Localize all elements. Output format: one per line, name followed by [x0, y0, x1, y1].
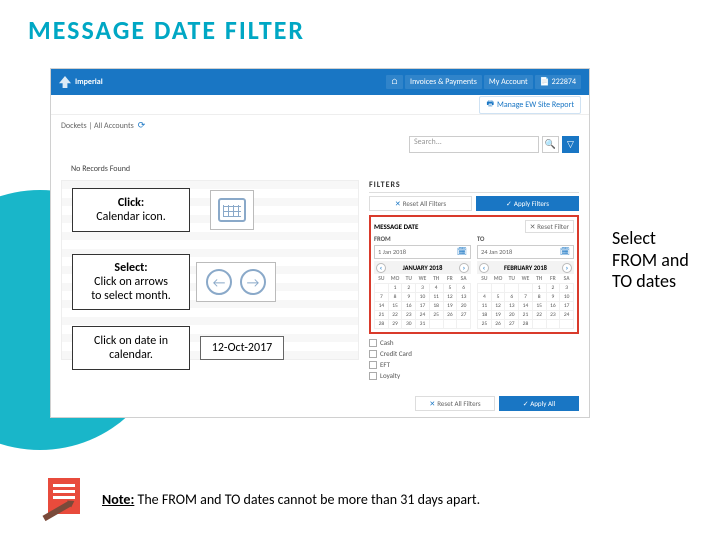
note-icon	[40, 478, 88, 520]
apply-all-bottom[interactable]: ✓ Apply All	[499, 396, 579, 411]
checkbox-icon[interactable]	[369, 361, 377, 369]
calendar-icon-callout	[210, 190, 254, 230]
next-month-button[interactable]: ›	[562, 263, 572, 273]
manage-report-button[interactable]: 🖶 Manage EW Site Report	[479, 96, 581, 114]
checkbox-icon[interactable]	[369, 372, 377, 380]
from-date-input[interactable]: 1 Jan 2018🗓	[374, 245, 471, 259]
message-date-header: MESSAGE DATE	[374, 222, 418, 231]
nav-acctno[interactable]: 📄 222874	[535, 75, 581, 89]
reset-all-bottom[interactable]: ✕Reset All Filters	[415, 396, 495, 411]
nav-home[interactable]: ⌂	[386, 75, 403, 89]
message-date-highlight: MESSAGE DATE ✕ Reset Filter FROM 1 Jan 2…	[369, 215, 579, 334]
checkbox-icon[interactable]	[369, 350, 377, 358]
prev-month-button[interactable]: ‹	[479, 263, 489, 273]
to-month-nav: ‹ FEBRUARY 2018 ›	[477, 261, 574, 274]
instruction-1: Click:Calendar icon.	[72, 188, 190, 232]
calendar-icon[interactable]: 🗓	[560, 247, 570, 257]
filters-header: FILTERS	[369, 180, 579, 193]
breadcrumb: Dockets | All Accounts ⟳	[51, 115, 589, 136]
to-column: TO 24 Jan 2018🗓 ‹ FEBRUARY 2018 › SUMOTU…	[477, 235, 574, 329]
filter-toggle-button[interactable]: ▽	[562, 136, 579, 153]
nav-account[interactable]: My Account	[484, 75, 533, 89]
to-month-label: FEBRUARY 2018	[504, 264, 547, 272]
to-date-input[interactable]: 24 Jan 2018🗓	[477, 245, 574, 259]
from-month-nav: ‹ JANUARY 2018 ›	[374, 261, 471, 274]
side-annotation: Select FROM and TO dates	[612, 228, 702, 293]
to-calendar[interactable]: SUMOTUWETHFRSA12345678910111213141516171…	[477, 275, 574, 329]
refresh-icon[interactable]: ⟳	[138, 120, 146, 131]
checkbox-row[interactable]: Credit Card	[369, 349, 579, 358]
footer-note: Note: The FROM and TO dates cannot be mo…	[40, 478, 480, 520]
prev-month-button[interactable]: ‹	[376, 263, 386, 273]
checkbox-row[interactable]: Loyalty	[369, 371, 579, 380]
search-button[interactable]: 🔍	[542, 136, 559, 153]
crumb-text: Dockets | All Accounts	[61, 121, 134, 131]
checkbox-icon[interactable]	[369, 339, 377, 347]
search-row: Search... 🔍 ▽	[51, 136, 589, 157]
next-month-button[interactable]: ›	[459, 263, 469, 273]
from-column: FROM 1 Jan 2018🗓 ‹ JANUARY 2018 › SUMOTU…	[374, 235, 471, 329]
note-lead: Note:	[102, 491, 134, 508]
reset-all-button[interactable]: ✕Reset All Filters	[369, 196, 472, 211]
page-title: MESSAGE DATE FILTER	[0, 0, 720, 50]
top-nav: ⌂ Invoices & Payments My Account 📄 22287…	[386, 75, 581, 89]
brand-name: Imperial	[75, 77, 103, 87]
search-input[interactable]: Search...	[409, 136, 539, 153]
results-tab: No Records Found	[61, 162, 140, 174]
app-topbar: Imperial ⌂ Invoices & Payments My Accoun…	[51, 69, 589, 95]
brand-logo: Imperial	[59, 76, 103, 88]
instruction-2: Select:Click on arrowsto select month.	[72, 254, 190, 310]
logo-icon	[59, 76, 71, 88]
checkbox-row[interactable]: Cash	[369, 338, 579, 347]
date-chip: 12-Oct-2017	[200, 336, 284, 360]
to-label: TO	[477, 235, 574, 243]
filters-panel: FILTERS ✕Reset All Filters ✓ Apply Filte…	[369, 180, 579, 382]
calendar-icon[interactable]: 🗓	[457, 247, 467, 257]
arrows-icon-callout: ← →	[196, 262, 276, 302]
checkbox-row[interactable]: EFT	[369, 360, 579, 369]
sub-bar: 🖶 Manage EW Site Report	[51, 95, 589, 115]
from-calendar[interactable]: SUMOTUWETHFRSA12345678910111213141516171…	[374, 275, 471, 329]
nav-invoices[interactable]: Invoices & Payments	[405, 75, 482, 89]
from-month-label: JANUARY 2018	[403, 264, 443, 272]
payment-type-filters: Cash Credit Card EFT Loyalty	[369, 338, 579, 380]
right-arrow-icon: →	[240, 269, 266, 295]
apply-filters-button[interactable]: ✓ Apply Filters	[476, 196, 579, 211]
left-arrow-icon: ←	[206, 269, 232, 295]
from-label: FROM	[374, 235, 471, 243]
instruction-3: Click on date incalendar.	[72, 326, 190, 370]
note-body: The FROM and TO dates cannot be more tha…	[134, 491, 480, 508]
reset-filter-button[interactable]: ✕ Reset Filter	[525, 220, 574, 233]
